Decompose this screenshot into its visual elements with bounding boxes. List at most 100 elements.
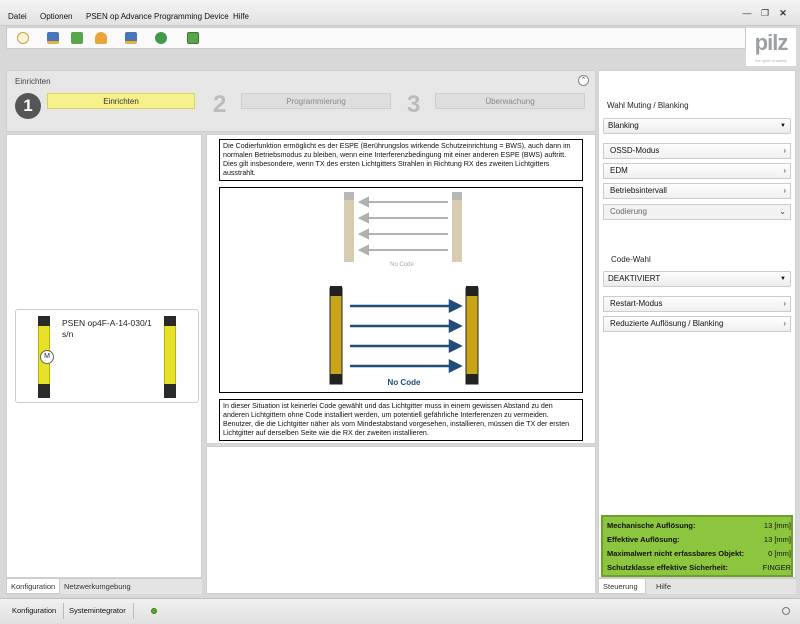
faded-rx-bar [452, 194, 462, 262]
summary-row: Effektive Auflösung: 13 [mm] [607, 535, 791, 544]
device-tx-cap [38, 316, 50, 326]
chevron-right-icon: › [783, 146, 786, 155]
item-reduzierte-aufloesung[interactable]: Reduzierte Auflösung / Blanking › [603, 316, 791, 332]
status-konfiguration[interactable]: Konfiguration [12, 606, 56, 615]
open-device-icon[interactable] [47, 32, 59, 44]
faded-rx-cap [452, 192, 462, 200]
item-edm[interactable]: EDM › [603, 163, 791, 179]
summary-row: Maximalwert nicht erfassbares Objekt: 0 [… [607, 549, 791, 558]
summary-key: Mechanische Auflösung: [607, 521, 696, 530]
muting-label: Wahl Muting / Blanking [607, 101, 689, 110]
faded-arrowhead-2 [357, 212, 369, 224]
muting-select-value: Blanking [608, 121, 639, 130]
chevron-right-icon: › [783, 299, 786, 308]
activity-icon [782, 607, 790, 615]
new-icon[interactable] [17, 32, 29, 44]
rx-foot [466, 374, 478, 384]
device-card[interactable]: M PSEN op4F-A-14-030/1 s/n [15, 309, 199, 403]
status-systemintegrator[interactable]: Systemintegrator [69, 606, 126, 615]
center-panel: Die Codierfunktion ermöglicht es der ESP… [206, 134, 596, 444]
settings-panel: Wahl Muting / Blanking Blanking ▼ OSSD-M… [598, 70, 796, 578]
item-restart-modus[interactable]: Restart-Modus › [603, 296, 791, 312]
minimize-button[interactable]: — [740, 7, 754, 20]
item-codierung[interactable]: Codierung ⌄ [603, 204, 791, 220]
upload-icon[interactable] [95, 32, 107, 44]
beam-arrowhead-2 [448, 318, 463, 334]
resolution-summary: Mechanische Auflösung: 13 [mm] Effektive … [601, 515, 793, 577]
faded-arrowhead-1 [357, 196, 369, 208]
network-icon[interactable] [155, 32, 167, 44]
summary-row: Schutzklasse effektive Sicherheit: FINGER [607, 563, 791, 572]
logo-text: pilz [754, 30, 789, 55]
menu-bar: Datei Optionen PSEN op Advance Programmi… [0, 0, 800, 26]
toolbar [6, 27, 746, 49]
item-ossd-modus[interactable]: OSSD-Modus › [603, 143, 791, 159]
item-ossd-modus-label: OSSD-Modus [610, 146, 660, 155]
tab-konfiguration[interactable]: Konfiguration [6, 579, 61, 594]
tab-netzwerkumgebung[interactable]: Netzwerkumgebung [60, 579, 135, 594]
connection-status-icon [151, 608, 157, 614]
chevron-right-icon: › [783, 186, 786, 195]
beam-arrowhead-4 [448, 358, 463, 374]
report-icon[interactable] [187, 32, 199, 44]
rx-bar [465, 287, 479, 385]
summary-value: 13 [mm] [763, 535, 791, 544]
code-wahl-select[interactable]: DEAKTIVIERT ▼ [603, 271, 791, 287]
tx-cap [330, 286, 342, 296]
chevron-right-icon: › [783, 166, 786, 175]
code-wahl-label: Code-Wahl [611, 255, 651, 264]
chevron-down-icon: ⌄ [779, 207, 786, 216]
device-rx-foot [164, 384, 176, 398]
chevron-down-icon: ▼ [780, 123, 786, 129]
muting-select[interactable]: Blanking ▼ [603, 118, 791, 134]
step-3-number: 3 [407, 91, 421, 118]
coding-diagram: No Code No Code [219, 187, 583, 393]
item-betriebsintervall[interactable]: Betriebsintervall › [603, 183, 791, 199]
menu-hilfe[interactable]: Hilfe [233, 12, 249, 21]
step-2-button[interactable]: Programmierung [241, 93, 391, 109]
step-1-number: 1 [15, 93, 41, 119]
menu-datei[interactable]: Datei [8, 12, 27, 21]
menu-device[interactable]: PSEN op Advance Programming Device [86, 12, 229, 21]
collapse-icon[interactable]: ⌃ [578, 75, 589, 86]
summary-row: Mechanische Auflösung: 13 [mm] [607, 521, 791, 530]
step-1-button[interactable]: Einrichten [47, 93, 195, 109]
summary-key: Effektive Auflösung: [607, 535, 680, 544]
menu-optionen[interactable]: Optionen [40, 12, 72, 21]
faded-arrowhead-4 [357, 244, 369, 256]
faded-tx-cap [344, 192, 354, 200]
code-wahl-value: DEAKTIVIERT [608, 274, 661, 283]
center-empty-area [206, 446, 596, 594]
tab-hilfe[interactable]: Hilfe [652, 579, 675, 594]
tx-foot [330, 374, 342, 384]
item-reduzierte-aufloesung-label: Reduzierte Auflösung / Blanking [610, 319, 724, 328]
device-rx-bar [164, 326, 176, 386]
description-bottom: In dieser Situation ist keinerlei Code g… [219, 399, 583, 441]
summary-key: Maximalwert nicht erfassbares Objekt: [607, 549, 745, 558]
device-panel: M PSEN op4F-A-14-030/1 s/n [6, 134, 202, 578]
diagram-label-bottom: No Code [388, 378, 421, 387]
master-badge: M [40, 350, 54, 364]
chevron-down-icon: ▼ [780, 276, 786, 282]
device-tx-foot [38, 384, 50, 398]
diagram-label-top: No Code [390, 262, 414, 268]
rx-cap [466, 286, 478, 296]
monitor-icon[interactable] [71, 32, 83, 44]
restore-button[interactable]: ❐ [758, 7, 772, 20]
wizard-panel: Einrichten ⌃ 1 Einrichten 2 Programmieru… [6, 70, 596, 132]
summary-value: FINGER [762, 563, 791, 572]
logo-tagline: the spirit of safety [755, 58, 787, 63]
tx-bar [329, 287, 343, 385]
step-3-button[interactable]: Überwachung [435, 93, 585, 109]
beam-arrowhead-1 [448, 298, 463, 314]
faded-tx-bar [344, 194, 354, 262]
chevron-right-icon: › [783, 319, 786, 328]
step-2-number: 2 [213, 91, 227, 118]
tab-steuerung[interactable]: Steuerung [598, 579, 646, 594]
close-button[interactable]: ✕ [776, 7, 790, 20]
right-tab-bar: Steuerung Hilfe [598, 578, 796, 594]
summary-value: 0 [mm] [768, 549, 791, 558]
device-settings-icon[interactable] [125, 32, 137, 44]
item-betriebsintervall-label: Betriebsintervall [610, 186, 667, 195]
summary-value: 13 [mm] [763, 521, 791, 530]
